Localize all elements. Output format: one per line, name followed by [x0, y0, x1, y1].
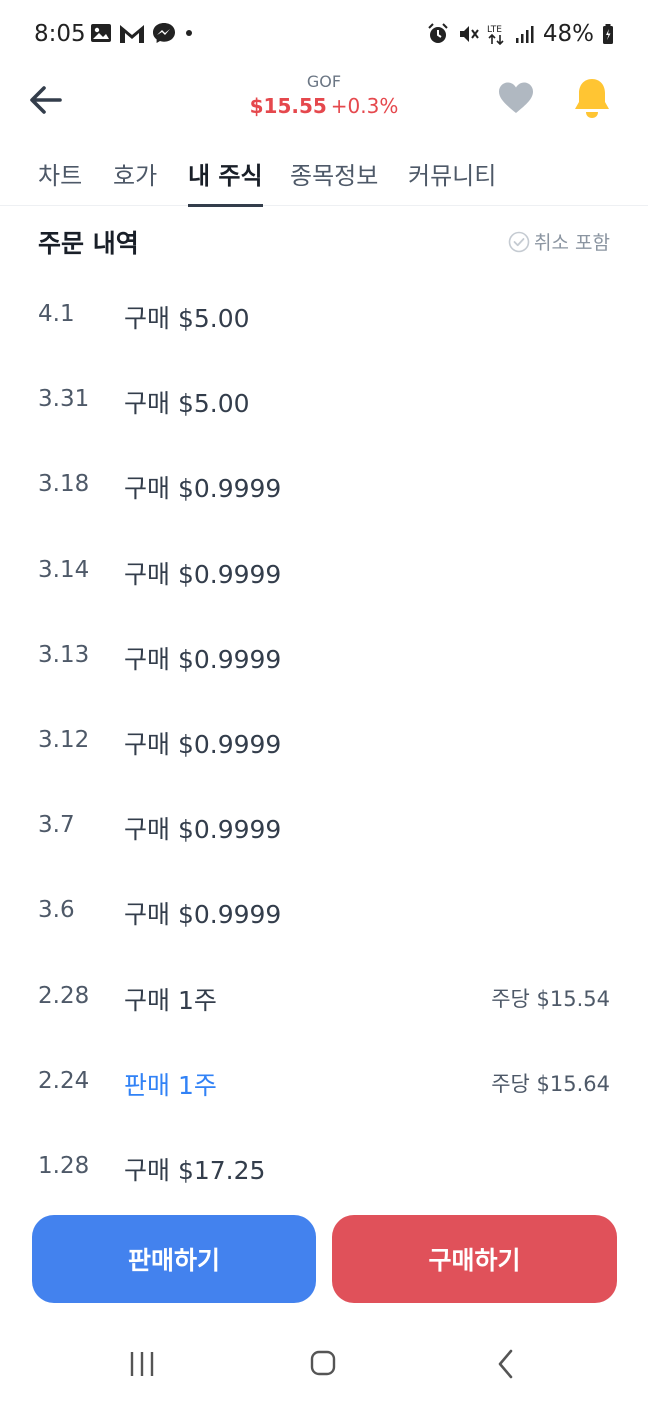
ticker-symbol: GOF — [306, 72, 342, 91]
active-tab-indicator — [188, 204, 263, 207]
order-description: 구매 $0.9999 — [124, 474, 282, 504]
buy-button[interactable]: 구매하기 — [332, 1215, 617, 1303]
sell-button[interactable]: 판매하기 — [32, 1215, 316, 1303]
order-row[interactable]: 3.18 구매 $0.9999 — [0, 443, 648, 528]
order-date: 3.7 — [38, 812, 75, 839]
tab-label: 종목정보 — [290, 162, 379, 190]
status-right-icons: LTE 48% — [427, 21, 614, 47]
order-date: 2.24 — [38, 1067, 90, 1094]
battery-percent: 48% — [542, 21, 594, 47]
order-description: 구매 $17.25 — [124, 1155, 266, 1185]
order-row[interactable]: 2.24 판매 1주 주당 $15.64 — [0, 1040, 648, 1125]
order-date: 4.1 — [38, 301, 75, 327]
order-history-list: 4.1 구매 $5.00 3.31 구매 $5.00 3.18 구매 $0.99… — [0, 273, 648, 1210]
alarm-icon — [428, 23, 448, 43]
order-price-per-share: 주당 $15.54 — [491, 986, 610, 1011]
system-nav-bar — [0, 1322, 648, 1404]
tab-label: 호가 — [113, 162, 158, 190]
tab-chart[interactable]: 차트 — [38, 156, 82, 206]
status-bar: 8:05 LTE 48% — [0, 0, 648, 70]
messenger-icon — [153, 23, 175, 43]
order-description: 구매 $0.9999 — [124, 729, 282, 759]
order-row[interactable]: 3.31 구매 $5.00 — [0, 358, 648, 443]
stock-tabs: 차트 호가 내 주식 종목정보 커뮤니티 — [0, 140, 648, 207]
lte-icon: LTE — [487, 25, 504, 45]
tab-stock-info[interactable]: 종목정보 — [290, 156, 378, 206]
gmail-icon — [120, 25, 144, 43]
home-icon[interactable] — [303, 1346, 343, 1382]
order-date: 3.12 — [38, 726, 90, 753]
order-row[interactable]: 4.1 구매 $5.00 — [0, 273, 648, 358]
back-nav-icon[interactable] — [486, 1346, 526, 1382]
order-row[interactable]: 3.6 구매 $0.9999 — [0, 869, 648, 954]
tab-label: 내 주식 — [188, 162, 263, 190]
trade-action-bar: 판매하기 구매하기 — [0, 1215, 648, 1303]
include-cancelled-toggle[interactable]: 취소 포함 — [508, 228, 610, 255]
svg-text:LTE: LTE — [487, 25, 502, 35]
order-description: 구매 $5.00 — [124, 304, 250, 333]
bell-icon[interactable] — [571, 76, 613, 120]
price-change: +0.3% — [330, 94, 399, 118]
price-row: $15.55 +0.3% — [0, 94, 648, 118]
order-date: 3.13 — [38, 641, 90, 668]
dot-icon — [186, 30, 192, 36]
status-notification-icons — [90, 22, 196, 44]
status-time: 8:05 — [34, 21, 86, 47]
battery-icon — [603, 24, 613, 44]
stock-header: GOF $15.55 +0.3% — [0, 70, 648, 130]
order-date: 1.28 — [38, 1152, 90, 1179]
tab-my-stock[interactable]: 내 주식 — [188, 156, 263, 207]
check-circle-icon — [508, 231, 530, 252]
order-description: 구매 $5.00 — [124, 389, 250, 419]
tab-orderbook[interactable]: 호가 — [113, 156, 157, 206]
order-row[interactable]: 3.12 구매 $0.9999 — [0, 699, 648, 784]
image-icon — [91, 24, 111, 42]
order-row[interactable]: 3.7 구매 $0.9999 — [0, 784, 648, 869]
order-date: 3.6 — [38, 897, 75, 924]
mute-icon — [459, 26, 479, 42]
order-description: 구매 1주 — [124, 985, 217, 1015]
order-description: 구매 $0.9999 — [124, 815, 282, 845]
signal-icon — [515, 26, 534, 43]
tab-community[interactable]: 커뮤니티 — [408, 156, 496, 206]
order-description: 구매 $0.9999 — [124, 559, 282, 589]
order-date: 3.31 — [38, 386, 90, 413]
order-description: 판매 1주 — [124, 1070, 217, 1100]
order-history-title: 주문 내역 — [38, 229, 139, 258]
order-row[interactable]: 3.13 구매 $0.9999 — [0, 614, 648, 699]
current-price: $15.55 — [249, 94, 327, 118]
recent-apps-icon[interactable] — [122, 1346, 162, 1382]
order-row[interactable]: 2.28 구매 1주 주당 $15.54 — [0, 955, 648, 1040]
order-description: 구매 $0.9999 — [124, 900, 282, 930]
order-description: 구매 $0.9999 — [124, 644, 282, 674]
heart-icon[interactable] — [496, 78, 536, 118]
order-date: 3.14 — [38, 556, 90, 583]
order-date: 2.28 — [38, 982, 90, 1009]
tab-label: 커뮤니티 — [408, 162, 497, 190]
include-cancelled-label: 취소 포함 — [534, 232, 610, 254]
tab-label: 차트 — [38, 162, 83, 190]
order-date: 3.18 — [38, 471, 90, 498]
list-fade — [0, 1185, 648, 1215]
order-row[interactable]: 3.14 구매 $0.9999 — [0, 529, 648, 614]
order-price-per-share: 주당 $15.64 — [491, 1071, 610, 1096]
